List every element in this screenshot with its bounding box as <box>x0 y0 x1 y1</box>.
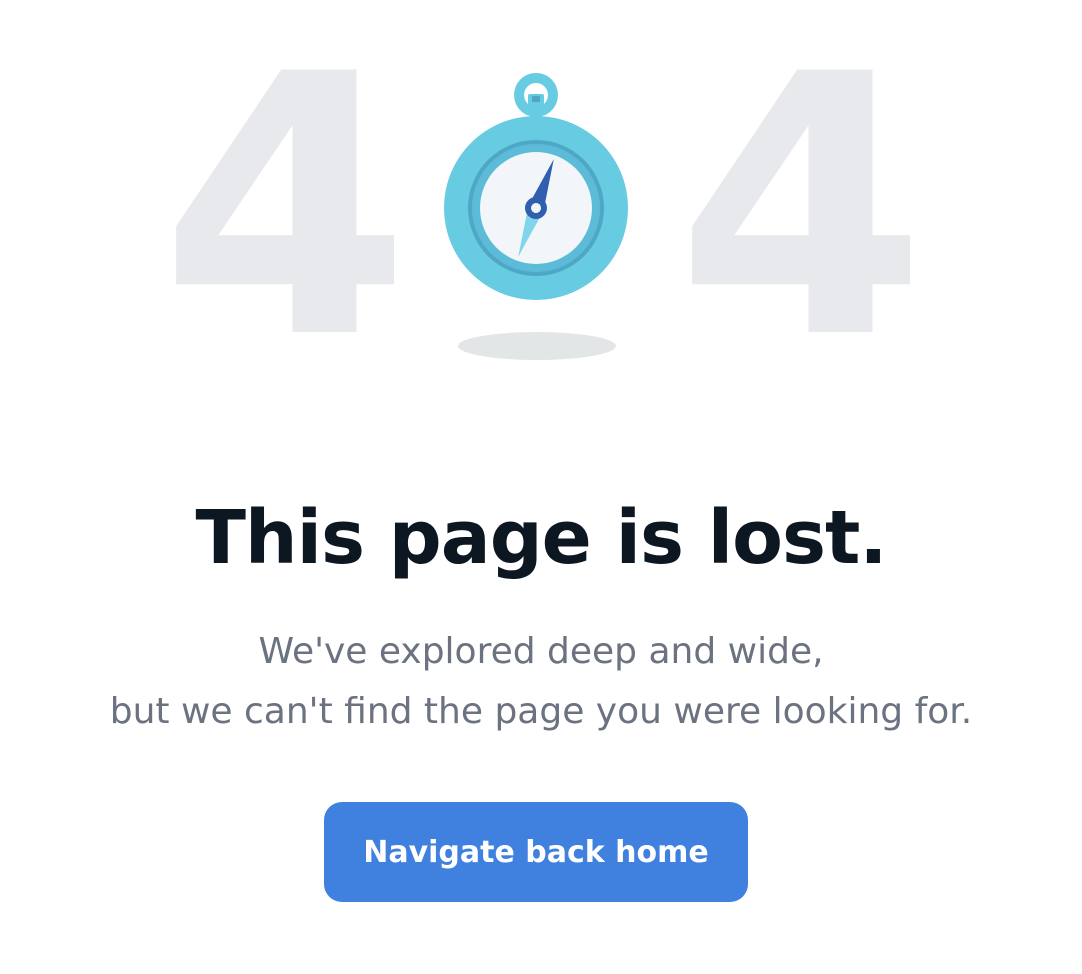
subtitle-line-2: but we can't find the page you were look… <box>109 691 973 732</box>
page-title: This page is lost. <box>195 495 887 581</box>
error-404-illustration: 4 4 <box>0 0 1082 400</box>
page-subtitle: We've explored deep and wide, but we can… <box>0 622 1082 742</box>
compass-shadow <box>458 332 616 360</box>
navigate-home-button[interactable]: Navigate back home <box>324 802 748 902</box>
digit-four-right: 4 <box>676 0 927 417</box>
digit-four-left: 4 <box>160 0 411 417</box>
subtitle-line-1: We've explored deep and wide, <box>258 631 824 672</box>
compass-icon <box>444 73 628 360</box>
